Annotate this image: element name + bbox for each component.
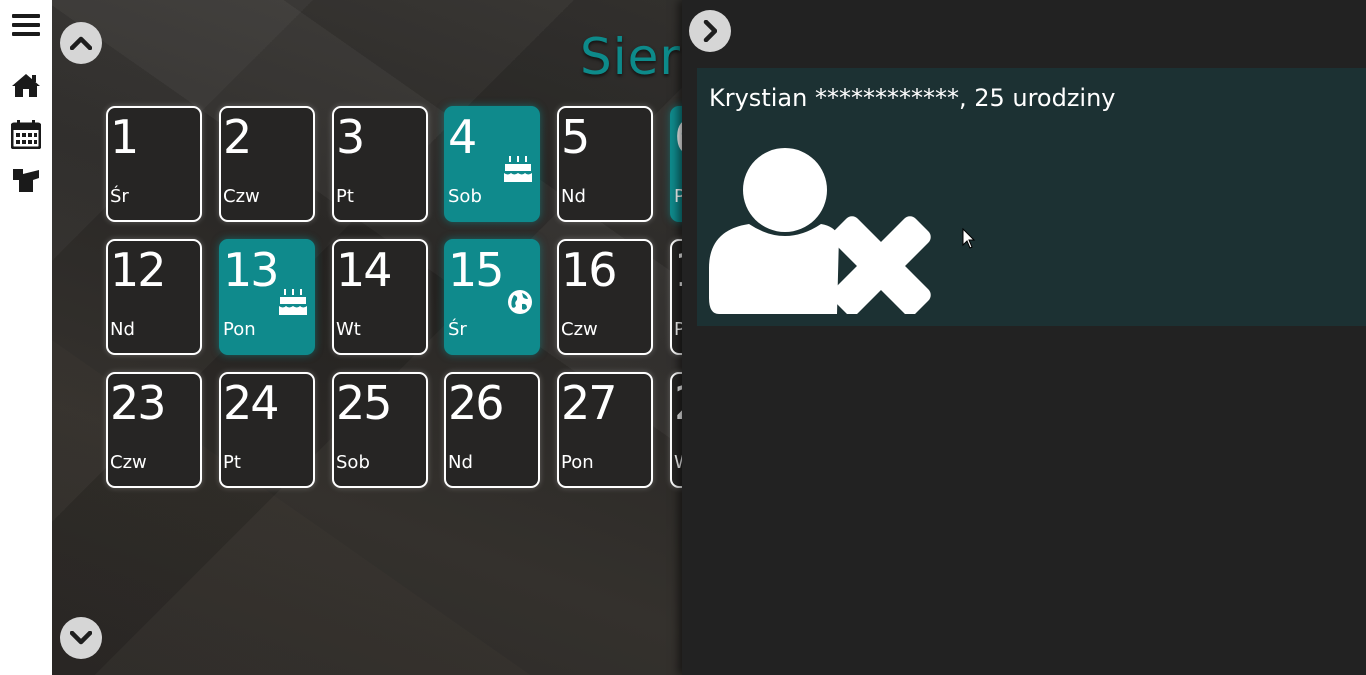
day-number: 12 [110,243,167,297]
day-number: 2 [223,110,252,164]
day-cell[interactable]: 2 W [670,372,682,488]
day-number: 2 [674,376,682,430]
scroll-up-button[interactable] [60,22,102,64]
day-cell[interactable]: 12 Nd [106,239,202,355]
day-name: W [674,452,682,474]
day-number: 25 [336,376,393,430]
day-name: Wt [336,319,361,340]
day-cell-event[interactable]: 4 Sob [444,106,540,222]
day-number: 27 [561,376,618,430]
event-title: Krystian ************, 25 urodziny [709,84,1116,112]
month-title: Sier [580,28,681,86]
close-panel-button[interactable] [689,10,731,52]
user-remove-icon [709,148,931,314]
day-cell[interactable]: 27 Pon [557,372,653,488]
day-cell[interactable]: 3 Pt [332,106,428,222]
day-number: 14 [336,243,393,297]
day-cell[interactable]: 1 Śr [106,106,202,222]
sidebar [0,0,52,675]
detail-panel: Krystian ************, 25 urodziny [682,0,1366,675]
day-name: Czw [223,186,260,207]
day-number: 24 [223,376,280,430]
day-name: P [674,186,682,207]
day-name: Pon [561,452,594,473]
day-cell[interactable]: 26 Nd [444,372,540,488]
day-cell[interactable]: 1 P [670,239,682,355]
day-number: 3 [336,110,365,164]
day-number: 15 [448,243,505,297]
chess-rook-icon [13,169,39,192]
day-number: 1 [674,243,682,297]
day-name: Pt [336,186,354,207]
day-name: Nd [110,319,135,340]
day-cell[interactable]: 2 Czw [219,106,315,222]
day-name: Pt [223,452,241,473]
day-name: Nd [448,452,473,473]
day-number: 1 [110,110,139,164]
day-number: 26 [448,376,505,430]
day-number: 23 [110,376,167,430]
birthday-cake-icon [504,156,532,182]
menu-icon [12,14,40,36]
event-card: Krystian ************, 25 urodziny [697,68,1366,326]
globe-icon [508,290,532,314]
day-name: Śr [448,319,467,340]
day-cell[interactable]: 5 Nd [557,106,653,222]
day-name: Czw [561,319,598,340]
day-name: Śr [110,186,129,207]
home-icon [12,74,40,97]
day-name: Czw [110,452,147,473]
chevron-right-icon [703,20,717,42]
day-cell[interactable]: 14 Wt [332,239,428,355]
mouse-cursor-icon [962,228,976,249]
chevron-up-icon [70,36,92,50]
day-cell[interactable]: 16 Czw [557,239,653,355]
calendar-icon [11,120,41,149]
day-cell-event[interactable]: 13 Pon [219,239,315,355]
menu-button[interactable] [9,8,43,42]
day-cell-event[interactable]: 15 Śr [444,239,540,355]
day-name: Sob [448,186,482,207]
day-cell[interactable]: 24 Pt [219,372,315,488]
chevron-down-icon [70,631,92,645]
day-number: 13 [223,243,280,297]
scroll-down-button[interactable] [60,617,102,659]
day-number: 5 [561,110,590,164]
day-name: P [674,319,682,340]
day-name: Sob [336,452,370,473]
birthday-cake-icon [279,289,307,315]
day-number: 6 [674,110,682,164]
day-number: 16 [561,243,618,297]
day-name: Pon [223,319,256,340]
calendar-area: Sier 1 Śr 2 Czw 3 Pt 4 Sob 5 Nd 6 P [52,0,682,675]
day-name: Nd [561,186,586,207]
home-button[interactable] [9,68,43,102]
games-button[interactable] [9,163,43,197]
calendar-button[interactable] [9,117,43,151]
day-cell-event[interactable]: 6 P [670,106,682,222]
day-cell[interactable]: 25 Sob [332,372,428,488]
day-cell[interactable]: 23 Czw [106,372,202,488]
day-number: 4 [448,110,477,164]
